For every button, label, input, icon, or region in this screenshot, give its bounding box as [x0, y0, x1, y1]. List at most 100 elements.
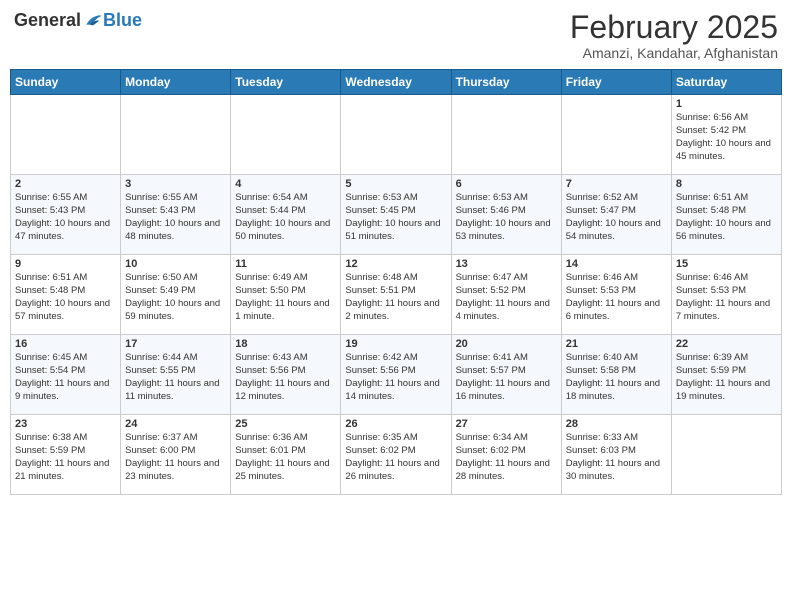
calendar-cell: 18 Sunrise: 6:43 AM Sunset: 5:56 PM Dayli… [231, 335, 341, 415]
day-number: 9 [15, 258, 116, 270]
day-info: Sunrise: 6:46 AM Sunset: 5:53 PM Dayligh… [566, 272, 667, 323]
calendar-cell [561, 95, 671, 175]
calendar-cell: 11 Sunrise: 6:49 AM Sunset: 5:50 PM Dayli… [231, 255, 341, 335]
calendar-cell [451, 95, 561, 175]
calendar-cell: 3 Sunrise: 6:55 AM Sunset: 5:43 PM Daylig… [121, 175, 231, 255]
day-number: 14 [566, 258, 667, 270]
day-info: Sunrise: 6:36 AM Sunset: 6:01 PM Dayligh… [235, 432, 336, 483]
day-number: 4 [235, 178, 336, 190]
weekday-wednesday: Wednesday [341, 70, 451, 95]
weekday-sunday: Sunday [11, 70, 121, 95]
calendar-cell: 25 Sunrise: 6:36 AM Sunset: 6:01 PM Dayli… [231, 415, 341, 495]
page-header: General Blue February 2025 Amanzi, Kanda… [10, 10, 782, 61]
day-info: Sunrise: 6:51 AM Sunset: 5:48 PM Dayligh… [15, 272, 116, 323]
calendar-cell: 21Sunrise: 6:40 AM Sunset: 5:58 PM Dayli… [561, 335, 671, 415]
day-info: Sunrise: 6:38 AM Sunset: 5:59 PM Dayligh… [15, 432, 116, 483]
day-number: 3 [125, 178, 226, 190]
day-info: Sunrise: 6:50 AM Sunset: 5:49 PM Dayligh… [125, 272, 226, 323]
day-number: 19 [345, 338, 446, 350]
day-number: 28 [566, 418, 667, 430]
day-number: 15 [676, 258, 777, 270]
day-info: Sunrise: 6:42 AM Sunset: 5:56 PM Dayligh… [345, 352, 446, 403]
weekday-friday: Friday [561, 70, 671, 95]
day-number: 23 [15, 418, 116, 430]
day-info: Sunrise: 6:44 AM Sunset: 5:55 PM Dayligh… [125, 352, 226, 403]
weekday-tuesday: Tuesday [231, 70, 341, 95]
week-row-1: 1 Sunrise: 6:56 AM Sunset: 5:42 PM Daylig… [11, 95, 782, 175]
calendar-cell: 14 Sunrise: 6:46 AM Sunset: 5:53 PM Dayli… [561, 255, 671, 335]
calendar-cell: 23 Sunrise: 6:38 AM Sunset: 5:59 PM Dayli… [11, 415, 121, 495]
day-info: Sunrise: 6:56 AM Sunset: 5:42 PM Dayligh… [676, 112, 777, 163]
day-number: 27 [456, 418, 557, 430]
weekday-saturday: Saturday [671, 70, 781, 95]
day-number: 1 [676, 98, 777, 110]
day-number: 10 [125, 258, 226, 270]
day-info: Sunrise: 6:47 AM Sunset: 5:52 PM Dayligh… [456, 272, 557, 323]
month-title: February 2025 [570, 10, 778, 45]
calendar-cell: 26 Sunrise: 6:35 AM Sunset: 6:02 PM Dayli… [341, 415, 451, 495]
calendar-cell: 15 Sunrise: 6:46 AM Sunset: 5:53 PM Dayli… [671, 255, 781, 335]
week-row-4: 16 Sunrise: 6:45 AM Sunset: 5:54 PM Dayli… [11, 335, 782, 415]
day-info: Sunrise: 6:40 AM Sunset: 5:58 PM Dayligh… [566, 352, 667, 403]
calendar-cell: 16 Sunrise: 6:45 AM Sunset: 5:54 PM Dayli… [11, 335, 121, 415]
day-info: Sunrise: 6:41 AM Sunset: 5:57 PM Dayligh… [456, 352, 557, 403]
logo-blue-text: Blue [103, 10, 142, 31]
calendar-cell: 1 Sunrise: 6:56 AM Sunset: 5:42 PM Daylig… [671, 95, 781, 175]
calendar-cell: 13 Sunrise: 6:47 AM Sunset: 5:52 PM Dayli… [451, 255, 561, 335]
day-info: Sunrise: 6:33 AM Sunset: 6:03 PM Dayligh… [566, 432, 667, 483]
day-number: 12 [345, 258, 446, 270]
day-number: 11 [235, 258, 336, 270]
day-number: 2 [15, 178, 116, 190]
weekday-header-row: SundayMondayTuesdayWednesdayThursdayFrid… [11, 70, 782, 95]
day-info: Sunrise: 6:43 AM Sunset: 5:56 PM Dayligh… [235, 352, 336, 403]
calendar-cell: 6 Sunrise: 6:53 AM Sunset: 5:46 PM Daylig… [451, 175, 561, 255]
calendar-cell: 24 Sunrise: 6:37 AM Sunset: 6:00 PM Dayli… [121, 415, 231, 495]
day-number: 24 [125, 418, 226, 430]
day-number: 5 [345, 178, 446, 190]
week-row-2: 2 Sunrise: 6:55 AM Sunset: 5:43 PM Daylig… [11, 175, 782, 255]
calendar-cell: 2 Sunrise: 6:55 AM Sunset: 5:43 PM Daylig… [11, 175, 121, 255]
day-number: 16 [15, 338, 116, 350]
calendar-cell: 10 Sunrise: 6:50 AM Sunset: 5:49 PM Dayli… [121, 255, 231, 335]
calendar-cell [671, 415, 781, 495]
calendar-body: 1 Sunrise: 6:56 AM Sunset: 5:42 PM Daylig… [11, 95, 782, 495]
weekday-thursday: Thursday [451, 70, 561, 95]
day-info: Sunrise: 6:55 AM Sunset: 5:43 PM Dayligh… [15, 192, 116, 243]
day-number: 6 [456, 178, 557, 190]
calendar-cell: 22Sunrise: 6:39 AM Sunset: 5:59 PM Dayli… [671, 335, 781, 415]
day-info: Sunrise: 6:54 AM Sunset: 5:44 PM Dayligh… [235, 192, 336, 243]
day-number: 7 [566, 178, 667, 190]
day-number: 13 [456, 258, 557, 270]
day-info: Sunrise: 6:45 AM Sunset: 5:54 PM Dayligh… [15, 352, 116, 403]
calendar-cell [121, 95, 231, 175]
day-info: Sunrise: 6:53 AM Sunset: 5:46 PM Dayligh… [456, 192, 557, 243]
calendar-cell: 17Sunrise: 6:44 AM Sunset: 5:55 PM Dayli… [121, 335, 231, 415]
calendar-cell: 5Sunrise: 6:53 AM Sunset: 5:45 PM Daylig… [341, 175, 451, 255]
calendar-cell [231, 95, 341, 175]
calendar-cell: 4 Sunrise: 6:54 AM Sunset: 5:44 PM Daylig… [231, 175, 341, 255]
calendar-cell: 28 Sunrise: 6:33 AM Sunset: 6:03 PM Dayli… [561, 415, 671, 495]
day-info: Sunrise: 6:37 AM Sunset: 6:00 PM Dayligh… [125, 432, 226, 483]
week-row-5: 23 Sunrise: 6:38 AM Sunset: 5:59 PM Dayli… [11, 415, 782, 495]
day-number: 25 [235, 418, 336, 430]
calendar-cell: 27 Sunrise: 6:34 AM Sunset: 6:02 PM Dayli… [451, 415, 561, 495]
day-info: Sunrise: 6:39 AM Sunset: 5:59 PM Dayligh… [676, 352, 777, 403]
calendar-cell: 12Sunrise: 6:48 AM Sunset: 5:51 PM Dayli… [341, 255, 451, 335]
day-number: 26 [345, 418, 446, 430]
logo: General Blue [14, 10, 142, 31]
week-row-3: 9 Sunrise: 6:51 AM Sunset: 5:48 PM Daylig… [11, 255, 782, 335]
day-info: Sunrise: 6:35 AM Sunset: 6:02 PM Dayligh… [345, 432, 446, 483]
calendar-cell: 20Sunrise: 6:41 AM Sunset: 5:57 PM Dayli… [451, 335, 561, 415]
day-number: 18 [235, 338, 336, 350]
day-info: Sunrise: 6:51 AM Sunset: 5:48 PM Dayligh… [676, 192, 777, 243]
logo-general-text: General [14, 10, 81, 31]
day-info: Sunrise: 6:46 AM Sunset: 5:53 PM Dayligh… [676, 272, 777, 323]
day-info: Sunrise: 6:34 AM Sunset: 6:02 PM Dayligh… [456, 432, 557, 483]
calendar-cell: 7Sunrise: 6:52 AM Sunset: 5:47 PM Daylig… [561, 175, 671, 255]
day-info: Sunrise: 6:55 AM Sunset: 5:43 PM Dayligh… [125, 192, 226, 243]
calendar-cell [341, 95, 451, 175]
calendar-cell: 9 Sunrise: 6:51 AM Sunset: 5:48 PM Daylig… [11, 255, 121, 335]
day-info: Sunrise: 6:49 AM Sunset: 5:50 PM Dayligh… [235, 272, 336, 323]
calendar-table: SundayMondayTuesdayWednesdayThursdayFrid… [10, 69, 782, 495]
calendar-cell: 19 Sunrise: 6:42 AM Sunset: 5:56 PM Dayli… [341, 335, 451, 415]
